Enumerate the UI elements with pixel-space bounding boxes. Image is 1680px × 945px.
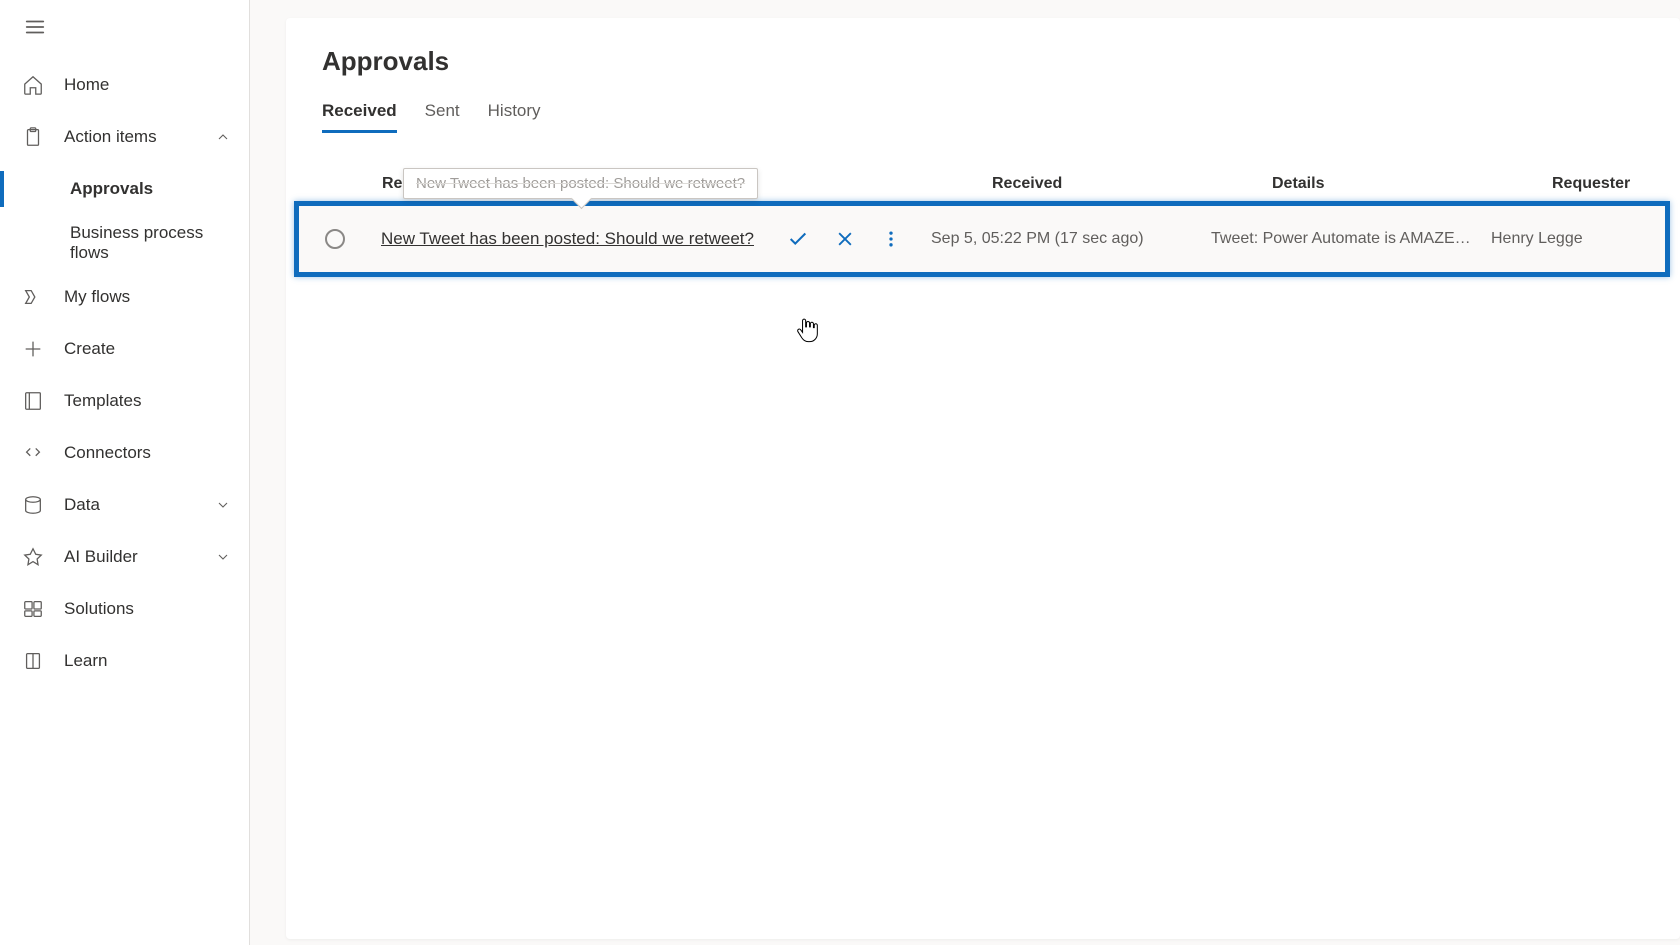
row-details-cell: Tweet: Power Automate is AMAZEBA… — [1211, 230, 1491, 248]
main-content: Approvals Received Sent History Request … — [250, 0, 1680, 945]
approvals-table: Request Received Details Requester New T… — [286, 175, 1680, 277]
tab-sent[interactable]: Sent — [425, 97, 460, 133]
tabs: Received Sent History — [286, 97, 1680, 133]
sidebar-item-data[interactable]: Data — [0, 479, 249, 531]
sidebar: Home Action items Approvals Business pro… — [0, 0, 250, 945]
clipboard-icon — [22, 126, 44, 148]
book-icon — [22, 650, 44, 672]
sidebar-item-label: My flows — [64, 287, 130, 307]
sidebar-item-label: Approvals — [70, 179, 153, 199]
sidebar-item-my-flows[interactable]: My flows — [0, 271, 249, 323]
sidebar-item-approvals[interactable]: Approvals — [0, 163, 249, 215]
row-requester-cell: Henry Legge — [1491, 230, 1645, 248]
sidebar-item-home[interactable]: Home — [0, 59, 249, 111]
ai-icon — [22, 546, 44, 568]
sidebar-item-label: Action items — [64, 127, 157, 147]
solutions-icon — [22, 598, 44, 620]
plus-icon — [22, 338, 44, 360]
row-received-cell: Sep 5, 05:22 PM (17 sec ago) — [931, 230, 1211, 248]
tooltip: New Tweet has been posted: Should we ret… — [403, 168, 758, 199]
sidebar-item-ai-builder[interactable]: AI Builder — [0, 531, 249, 583]
hamburger-icon — [24, 16, 46, 38]
sidebar-item-label: AI Builder — [64, 547, 138, 567]
templates-icon — [22, 390, 44, 412]
approve-icon[interactable] — [787, 228, 809, 250]
table-row[interactable]: New Tweet has been posted: Should we ret… — [294, 201, 1670, 277]
tab-label: Sent — [425, 101, 460, 120]
chevron-down-icon — [215, 497, 231, 513]
flow-icon — [22, 286, 44, 308]
sidebar-item-connectors[interactable]: Connectors — [0, 427, 249, 479]
sidebar-item-label: Create — [64, 339, 115, 359]
sidebar-item-action-items[interactable]: Action items — [0, 111, 249, 163]
chevron-up-icon — [215, 129, 231, 145]
sidebar-item-label: Connectors — [64, 443, 151, 463]
home-icon — [22, 74, 44, 96]
sidebar-item-solutions[interactable]: Solutions — [0, 583, 249, 635]
sidebar-item-templates[interactable]: Templates — [0, 375, 249, 427]
tab-label: History — [488, 101, 541, 120]
reject-icon[interactable] — [835, 229, 855, 249]
sidebar-item-label: Learn — [64, 651, 107, 671]
tab-history[interactable]: History — [488, 97, 541, 133]
sidebar-item-label: Solutions — [64, 599, 134, 619]
tab-label: Received — [322, 101, 397, 120]
sidebar-item-label: Business process flows — [70, 223, 231, 263]
sidebar-item-bpf[interactable]: Business process flows — [0, 215, 249, 271]
connectors-icon — [22, 442, 44, 464]
sidebar-item-label: Home — [64, 75, 109, 95]
column-received[interactable]: Received — [992, 175, 1272, 193]
sidebar-item-label: Templates — [64, 391, 141, 411]
sidebar-toggle[interactable] — [0, 6, 249, 59]
column-requester[interactable]: Requester — [1552, 175, 1644, 193]
request-title-link[interactable]: New Tweet has been posted: Should we ret… — [381, 229, 754, 249]
more-vertical-icon[interactable] — [881, 229, 901, 249]
tab-received[interactable]: Received — [322, 97, 397, 133]
sidebar-item-create[interactable]: Create — [0, 323, 249, 375]
row-select-radio[interactable] — [325, 229, 345, 249]
sidebar-item-label: Data — [64, 495, 100, 515]
data-icon — [22, 494, 44, 516]
page-title: Approvals — [286, 46, 1680, 97]
content-card: Approvals Received Sent History Request … — [286, 18, 1680, 939]
chevron-down-icon — [215, 549, 231, 565]
column-details[interactable]: Details — [1272, 175, 1552, 193]
sidebar-item-learn[interactable]: Learn — [0, 635, 249, 687]
